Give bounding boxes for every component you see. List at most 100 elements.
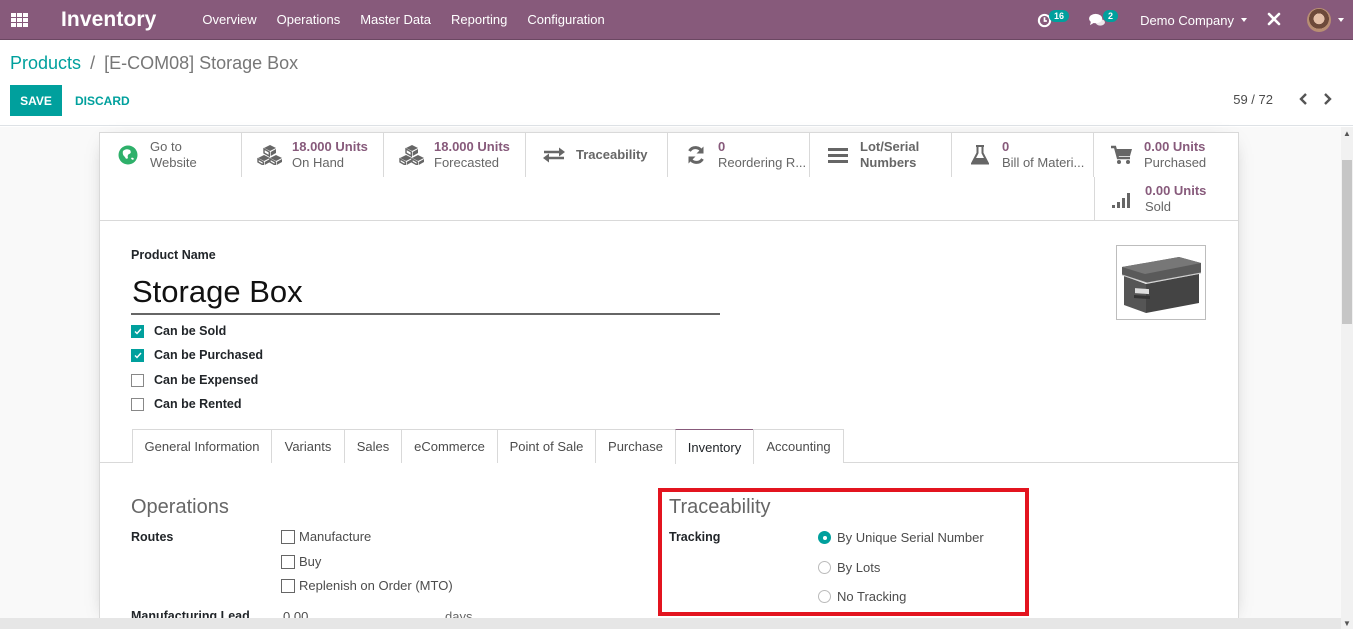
flask-icon [971, 145, 989, 165]
checkbox-unchecked[interactable] [131, 397, 144, 411]
checkbox-unchecked[interactable] [281, 578, 295, 593]
company-name: Demo Company [1140, 12, 1234, 28]
checkbox-unchecked[interactable] [131, 373, 144, 387]
checkbox-label: Can be Purchased [154, 348, 264, 362]
scrollbar-thumb[interactable] [1342, 160, 1352, 324]
product-image[interactable] [1116, 245, 1206, 320]
tab-accounting[interactable]: Accounting [753, 429, 844, 463]
checkbox-unchecked[interactable] [281, 529, 295, 544]
smart-button-label: Sold [1145, 199, 1172, 214]
sold-button[interactable]: 0.00 Units Sold [1094, 177, 1236, 221]
checkbox-label: Can be Rented [154, 397, 242, 411]
scroll-up-arrow-icon[interactable]: ▲ [1341, 127, 1353, 139]
route-mto-checkbox[interactable]: Replenish on Order (MTO) [281, 578, 453, 593]
exchange-icon [543, 147, 565, 163]
bill-of-materials-button[interactable]: 0 Bill of Materi... [952, 133, 1094, 177]
caret-down-icon [1241, 18, 1247, 22]
radio-selected[interactable] [818, 531, 831, 544]
app-title[interactable]: Inventory [61, 8, 156, 32]
menu-master-data[interactable]: Master Data [360, 12, 431, 27]
systray: 16 2 Demo Company [1037, 0, 1353, 40]
tab-ecommerce[interactable]: eCommerce [401, 429, 498, 463]
tab-sales[interactable]: Sales [344, 429, 402, 463]
menu-overview[interactable]: Overview [202, 12, 256, 27]
purchased-button[interactable]: 0.00 Units Purchased [1094, 133, 1236, 177]
refresh-icon [688, 146, 704, 164]
company-switcher[interactable]: Demo Company [1140, 13, 1247, 28]
checkbox-checked[interactable] [131, 348, 144, 362]
message-count-badge: 2 [1103, 10, 1119, 22]
go-to-website-button[interactable]: Go to Website [100, 133, 242, 177]
checkbox-checked[interactable] [131, 324, 144, 338]
tab-variants[interactable]: Variants [271, 429, 345, 463]
tracking-none-radio[interactable]: No Tracking [818, 589, 906, 604]
tracking-serial-radio[interactable]: By Unique Serial Number [818, 530, 984, 545]
can-be-expensed-checkbox[interactable]: Can be Expensed [131, 373, 258, 387]
user-menu-caret-icon[interactable] [1338, 18, 1344, 22]
route-buy-checkbox[interactable]: Buy [281, 554, 321, 569]
discard-button[interactable]: DISCARD [75, 85, 130, 116]
radio-unselected[interactable] [818, 561, 831, 574]
chevron-left-icon [1298, 93, 1307, 105]
route-manufacture-checkbox[interactable]: Manufacture [281, 529, 371, 544]
can-be-sold-checkbox[interactable]: Can be Sold [131, 324, 226, 338]
tracking-lots-radio[interactable]: By Lots [818, 560, 880, 575]
control-panel: Products / [E-COM08] Storage Box SAVE DI… [0, 40, 1353, 126]
debug-tools-icon[interactable] [1267, 9, 1281, 32]
tab-general-information[interactable]: General Information [132, 429, 272, 463]
menu-operations[interactable]: Operations [277, 12, 341, 27]
checkbox-label: Can be Sold [154, 324, 227, 338]
traceability-button[interactable]: Traceability [526, 133, 668, 177]
activity-button[interactable]: 16 [1037, 10, 1070, 28]
smart-button-label: Purchased [1144, 155, 1207, 170]
tab-inventory[interactable]: Inventory [675, 429, 754, 464]
apps-menu-icon[interactable] [11, 12, 29, 27]
check-icon [134, 328, 142, 335]
save-button[interactable]: SAVE [10, 85, 62, 116]
smart-button-label: Forecasted [434, 155, 500, 170]
shopping-cart-icon [1111, 145, 1132, 164]
can-be-purchased-checkbox[interactable]: Can be Purchased [131, 348, 263, 362]
lot-serial-numbers-button[interactable]: Lot/Serial Numbers [810, 133, 952, 177]
messaging-button[interactable]: 2 [1089, 10, 1119, 27]
form-sheet: Go to Website 18.000 Units On Hand 18.000 … [99, 132, 1239, 624]
on-hand-button[interactable]: 18.000 Units On Hand [242, 133, 384, 177]
reordering-rules-button[interactable]: 0 Reordering R... [668, 133, 810, 177]
bottom-band [0, 618, 1341, 629]
breadcrumb: Products / [E-COM08] Storage Box [10, 53, 298, 74]
menu-reporting[interactable]: Reporting [451, 12, 507, 27]
vertical-scrollbar[interactable]: ▲ ▼ [1341, 127, 1353, 629]
product-name-input[interactable] [131, 271, 720, 315]
smart-button-value: 0 [1002, 139, 1010, 154]
operations-group-title: Operations [131, 496, 229, 518]
product-name-label: Product Name [131, 248, 216, 262]
can-be-rented-checkbox[interactable]: Can be Rented [131, 397, 242, 411]
route-label: Replenish on Order (MTO) [299, 578, 453, 593]
scroll-down-arrow-icon[interactable]: ▼ [1341, 617, 1353, 629]
tab-purchase[interactable]: Purchase [595, 429, 676, 463]
smart-button-label: Website [150, 155, 197, 170]
list-icon [828, 148, 848, 163]
radio-label: No Tracking [837, 589, 907, 604]
user-avatar[interactable] [1307, 8, 1331, 32]
pager-previous-button[interactable] [1296, 91, 1310, 107]
forecasted-button[interactable]: 18.000 Units Forecasted [384, 133, 526, 177]
pager: 59 / 72 [1233, 91, 1334, 107]
signal-icon [1112, 193, 1130, 208]
breadcrumb-products-link[interactable]: Products [10, 53, 81, 73]
traceability-group-title: Traceability [669, 496, 771, 518]
smart-button-value: 0 [718, 139, 726, 154]
menu-configuration[interactable]: Configuration [527, 12, 604, 27]
checkbox-unchecked[interactable] [281, 554, 295, 569]
tab-point-of-sale[interactable]: Point of Sale [497, 429, 596, 463]
smart-button-value: 0.00 Units [1144, 139, 1206, 154]
smart-button-box: Go to Website 18.000 Units On Hand 18.000 … [100, 133, 1238, 221]
globe-icon [118, 145, 138, 165]
smart-button-label: Bill of Materi... [1002, 155, 1085, 170]
radio-label: By Lots [837, 560, 881, 575]
route-label: Buy [299, 554, 322, 569]
route-label: Manufacture [299, 529, 372, 544]
radio-unselected[interactable] [818, 590, 831, 603]
pager-next-button[interactable] [1320, 91, 1334, 107]
activity-count-badge: 16 [1049, 10, 1070, 22]
